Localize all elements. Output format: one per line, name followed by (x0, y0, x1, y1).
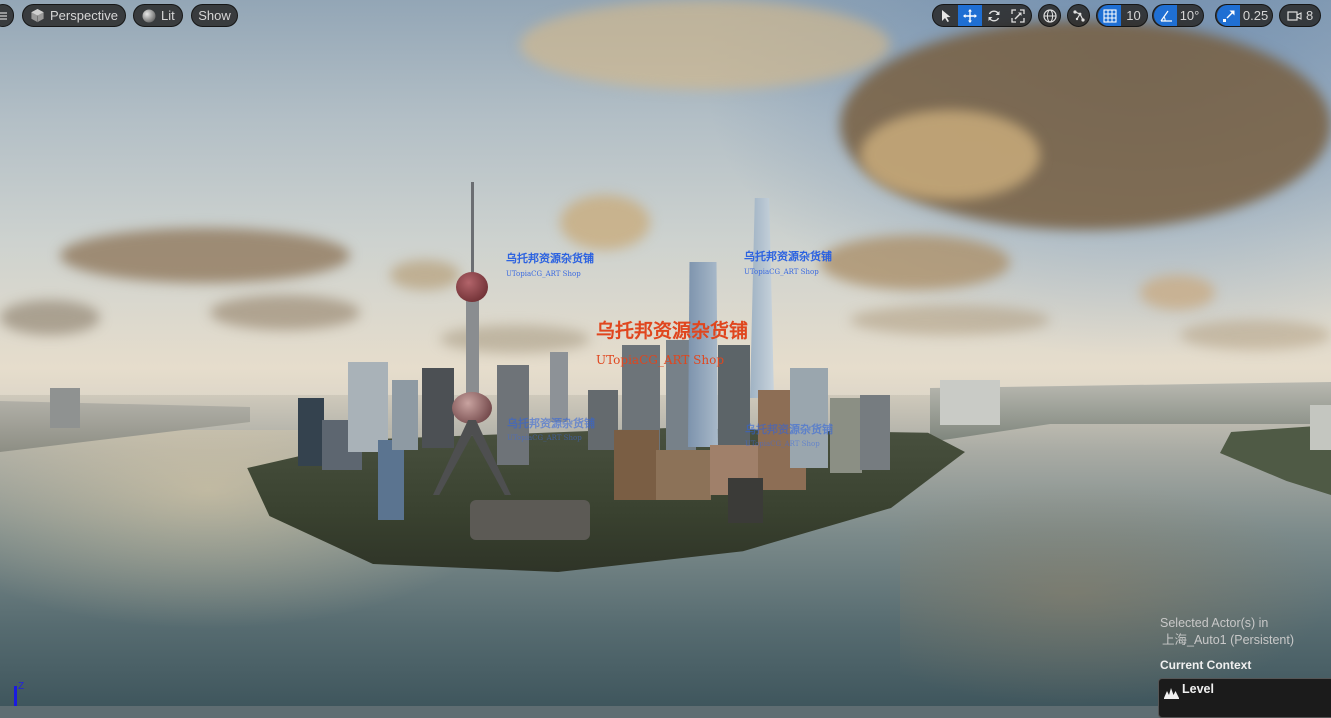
axis-z-line (14, 686, 17, 706)
selected-level-name: 上海_Auto1 (Persistent) (1162, 633, 1294, 647)
rotation-snap-toggle[interactable] (1154, 5, 1178, 26)
level-context-box: Level (1158, 678, 1331, 718)
show-label: Show (198, 8, 231, 23)
surface-snapping-button[interactable] (1067, 4, 1090, 27)
building (392, 380, 418, 450)
level-icon (1164, 684, 1179, 703)
building (348, 362, 388, 452)
cloud (1180, 320, 1331, 350)
water-reflection (900, 480, 1331, 706)
building (298, 398, 324, 466)
move-arrows-icon (963, 8, 977, 23)
building (940, 380, 1000, 425)
watermark-en: UTopiaCG_ART Shop (506, 270, 581, 278)
tower-upper-sphere (456, 272, 488, 302)
building (378, 440, 404, 520)
globe-icon (1042, 8, 1057, 23)
building (550, 352, 568, 422)
scale-snap-toggle[interactable] (1217, 5, 1241, 26)
watermark-en: UTopiaCG_ART Shop (744, 268, 819, 276)
building (656, 450, 711, 500)
scale-snap-value[interactable]: 0.25 (1240, 5, 1271, 26)
cloud (560, 195, 650, 250)
axis-z-label: Z (18, 681, 25, 692)
watermark-en-large: UTopiaCG_ART Shop (596, 353, 725, 367)
rotation-snap-value[interactable]: 10° (1177, 5, 1202, 26)
cloud (390, 260, 460, 290)
cursor-arrow-icon (940, 9, 952, 23)
building (728, 478, 763, 523)
hamburger-icon (0, 11, 8, 21)
watermark-cn-large: 乌托邦资源杂货铺 (596, 320, 749, 342)
building (830, 398, 862, 473)
tower-lower-sphere (452, 392, 492, 424)
cloud (1140, 275, 1215, 310)
angle-icon (1159, 9, 1173, 23)
selection-info-overlay: Selected Actor(s) in 上海_Auto1 (Persisten… (1160, 615, 1331, 672)
cloud (210, 295, 360, 330)
scale-snap-group: 0.25 (1215, 4, 1273, 27)
lighting-mode-label: Lit (161, 8, 175, 23)
scale-tool-button[interactable] (1006, 5, 1030, 26)
view-mode-label: Perspective (50, 8, 118, 23)
building (1310, 405, 1331, 450)
convention-center (470, 500, 590, 540)
building (614, 430, 659, 500)
grid-snap-toggle[interactable] (1098, 5, 1122, 26)
watermark-en: UTopiaCG_ART Shop (507, 434, 582, 442)
cloud (520, 0, 890, 90)
select-tool-button[interactable] (934, 5, 958, 26)
grid-snap-group: 10 (1096, 4, 1148, 27)
building (422, 368, 454, 448)
camera-icon (1287, 10, 1302, 22)
scale-arrow-icon (1222, 9, 1236, 23)
building (860, 395, 890, 470)
surface-snap-icon (1072, 9, 1086, 23)
scale-icon (1011, 8, 1025, 23)
rotate-icon (987, 9, 1001, 23)
watermark-cn: 乌托邦资源杂货铺 (744, 250, 832, 263)
coordinate-system-button[interactable] (1038, 4, 1061, 27)
camera-speed-button[interactable]: 8 (1279, 4, 1321, 27)
tower-spire (471, 182, 474, 282)
rotate-tool-button[interactable] (982, 5, 1006, 26)
cloud (0, 300, 100, 335)
camera-speed-value: 8 (1306, 8, 1314, 23)
cloud (860, 110, 1040, 200)
lighting-mode-dropdown[interactable]: Lit (133, 4, 183, 27)
cloud (440, 325, 590, 353)
transform-tools-group (932, 4, 1032, 27)
watermark-en: UTopiaCG_ART Shop (745, 440, 820, 448)
cloud (820, 235, 1010, 290)
watermark-cn: 乌托邦资源杂货铺 (506, 252, 594, 265)
level-viewport[interactable]: 乌托邦资源杂货铺 UTopiaCG_ART Shop 乌托邦资源杂货铺 UTop… (0, 0, 1331, 706)
grid-icon (1102, 8, 1117, 23)
building (50, 388, 80, 428)
grid-snap-value[interactable]: 10 (1121, 5, 1146, 26)
building (790, 368, 828, 468)
show-dropdown[interactable]: Show (191, 4, 238, 27)
cloud (850, 305, 1050, 335)
cloud (60, 228, 350, 283)
cube-icon (30, 8, 45, 23)
watermark-cn: 乌托邦资源杂货铺 (745, 423, 833, 436)
rotation-snap-group: 10° (1152, 4, 1204, 27)
watermark-cn: 乌托邦资源杂货铺 (507, 417, 595, 430)
current-context-heading: Current Context (1160, 658, 1252, 672)
translate-tool-button[interactable] (958, 5, 982, 26)
sphere-icon (142, 9, 156, 23)
view-mode-dropdown[interactable]: Perspective (22, 4, 126, 27)
selected-actors-label: Selected Actor(s) in (1160, 616, 1269, 630)
level-label: Level (1182, 682, 1214, 696)
